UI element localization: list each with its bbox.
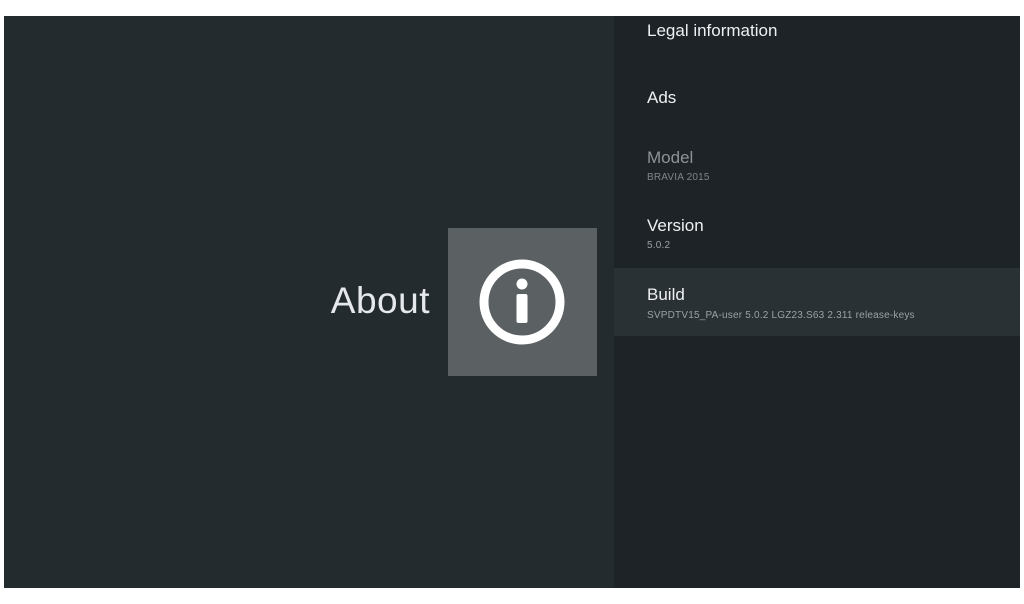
item-subtitle: SVPDTV15_PA-user 5.0.2 LGZ23.S63 2.311 r… (647, 310, 915, 321)
item-subtitle: 5.0.2 (647, 240, 671, 251)
info-icon (479, 259, 565, 345)
info-icon-tile (448, 228, 597, 376)
list-item-ads[interactable]: Ads (614, 64, 1020, 132)
settings-list: Legal information Ads Model BRAVIA 2015 … (614, 16, 1020, 588)
item-title: Build (647, 285, 685, 304)
list-item-version[interactable]: Version 5.0.2 (614, 202, 1020, 270)
header-pane: About (4, 16, 614, 588)
item-title: Ads (647, 88, 677, 107)
item-title: Legal information (647, 21, 778, 40)
list-item-build[interactable]: Build SVPDTV15_PA-user 5.0.2 LGZ23.S63 2… (614, 268, 1020, 336)
page-title: About (330, 280, 430, 321)
list-item-model: Model BRAVIA 2015 (614, 134, 1020, 202)
tv-settings-screen: About Legal information Ads Model BRAVIA… (4, 16, 1020, 588)
item-title: Model (647, 148, 694, 167)
item-subtitle: BRAVIA 2015 (647, 172, 710, 183)
item-title: Version (647, 216, 704, 235)
